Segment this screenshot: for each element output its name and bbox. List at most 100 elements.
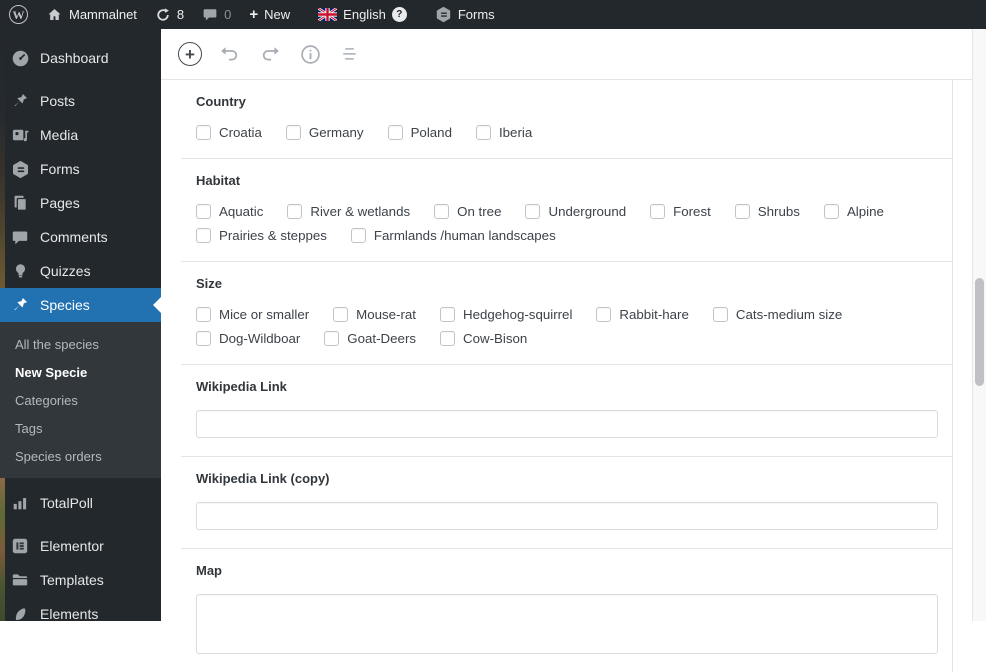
admin-bar: W Mammalnet 8 0 + New xyxy=(0,0,986,29)
checkbox-option[interactable]: Mouse-rat xyxy=(333,307,416,322)
checkbox-option[interactable]: Poland xyxy=(388,125,452,140)
checkbox[interactable] xyxy=(713,307,728,322)
checkbox-option[interactable]: Croatia xyxy=(196,125,262,140)
language-menu[interactable]: English ? xyxy=(309,0,416,29)
scrollbar-thumb[interactable] xyxy=(975,278,984,386)
checkbox-option[interactable]: On tree xyxy=(434,204,501,219)
sidebar-item-templates[interactable]: Templates xyxy=(0,563,161,597)
checkbox[interactable] xyxy=(388,125,403,140)
sidebar-item-dashboard[interactable]: Dashboard xyxy=(0,41,161,75)
submenu-item-species-orders[interactable]: Species orders xyxy=(0,442,161,470)
wikipedia-link-input[interactable] xyxy=(196,410,938,438)
checkbox[interactable] xyxy=(525,204,540,219)
checkbox-label: Farmlands /human landscapes xyxy=(374,228,556,243)
submenu-item-tags[interactable]: Tags xyxy=(0,414,161,442)
checkbox[interactable] xyxy=(324,331,339,346)
checkbox[interactable] xyxy=(196,331,211,346)
checkbox[interactable] xyxy=(333,307,348,322)
checkbox-option[interactable]: Alpine xyxy=(824,204,884,219)
checkbox[interactable] xyxy=(434,204,449,219)
sidebar-item-quizzes[interactable]: Quizzes xyxy=(0,254,161,288)
sidebar-item-comments[interactable]: Comments xyxy=(0,220,161,254)
comments-icon xyxy=(10,227,30,247)
checkbox-option[interactable]: Germany xyxy=(286,125,364,140)
checkbox[interactable] xyxy=(351,228,366,243)
checkbox-label: Prairies & steppes xyxy=(219,228,327,243)
checkbox[interactable] xyxy=(287,204,302,219)
checkbox[interactable] xyxy=(824,204,839,219)
field-section-country: Country CroatiaGermanyPolandIberia xyxy=(181,80,952,158)
checkbox[interactable] xyxy=(650,204,665,219)
undo-button[interactable] xyxy=(216,40,244,68)
site-name-menu[interactable]: Mammalnet xyxy=(37,0,146,29)
checkbox[interactable] xyxy=(440,331,455,346)
bar-chart-icon xyxy=(10,493,30,513)
redo-button[interactable] xyxy=(256,40,284,68)
forms-icon xyxy=(10,159,30,179)
wordpress-logo-menu[interactable]: W xyxy=(0,0,37,29)
new-content-menu[interactable]: + New xyxy=(240,0,299,29)
checkbox-option[interactable]: Hedgehog-squirrel xyxy=(440,307,572,322)
submenu-item-categories[interactable]: Categories xyxy=(0,386,161,414)
editor-content: + xyxy=(161,29,972,621)
map-input[interactable] xyxy=(196,594,938,654)
checkbox-label: Rabbit-hare xyxy=(619,307,688,322)
checkbox[interactable] xyxy=(196,204,211,219)
checkbox-label: Cats-medium size xyxy=(736,307,842,322)
sidebar-item-elements[interactable]: Elements xyxy=(0,597,161,631)
checkbox-option[interactable]: Cow-Bison xyxy=(440,331,527,346)
sidebar-item-forms[interactable]: Forms xyxy=(0,152,161,186)
checkbox-option[interactable]: Farmlands /human landscapes xyxy=(351,228,556,243)
list-view-button[interactable] xyxy=(336,40,364,68)
checkbox-option[interactable]: River & wetlands xyxy=(287,204,410,219)
sidebar-item-media[interactable]: Media xyxy=(0,118,161,152)
checkbox[interactable] xyxy=(440,307,455,322)
wikipedia-link-copy-input[interactable] xyxy=(196,502,938,530)
field-label-map: Map xyxy=(196,563,937,578)
checkbox-option[interactable]: Underground xyxy=(525,204,626,219)
submenu-item-label: Categories xyxy=(15,393,78,408)
updates-count: 8 xyxy=(177,7,184,22)
checkbox-option[interactable]: Iberia xyxy=(476,125,532,140)
sidebar-item-posts[interactable]: Posts xyxy=(0,84,161,118)
sidebar-item-totalpoll[interactable]: TotalPoll xyxy=(0,486,161,520)
checkbox[interactable] xyxy=(196,307,211,322)
checkbox-label: Cow-Bison xyxy=(463,331,527,346)
pages-icon xyxy=(10,193,30,213)
checkbox[interactable] xyxy=(196,125,211,140)
sidebar-item-species[interactable]: Species xyxy=(0,288,161,322)
admin-sidebar: Dashboard Posts Media xyxy=(0,29,161,621)
forms-menu[interactable]: Forms xyxy=(426,0,504,29)
submenu-item-new-specie[interactable]: New Specie xyxy=(0,358,161,386)
leaf-icon xyxy=(10,604,30,624)
info-button[interactable] xyxy=(296,40,324,68)
folder-icon xyxy=(10,570,30,590)
submenu-item-label: Species orders xyxy=(15,449,102,464)
submenu-item-label: All the species xyxy=(15,337,99,352)
checkbox-option[interactable]: Goat-Deers xyxy=(324,331,416,346)
checkbox-option[interactable]: Mice or smaller xyxy=(196,307,309,322)
updates-menu[interactable]: 8 xyxy=(146,0,193,29)
checkbox-option[interactable]: Prairies & steppes xyxy=(196,228,327,243)
comments-menu[interactable]: 0 xyxy=(193,0,240,29)
plus-icon: + xyxy=(249,7,258,22)
submenu-item-all-the-species[interactable]: All the species xyxy=(0,330,161,358)
checkbox-option[interactable]: Cats-medium size xyxy=(713,307,842,322)
checkbox-option[interactable]: Rabbit-hare xyxy=(596,307,688,322)
checkbox-option[interactable]: Dog-Wildboar xyxy=(196,331,300,346)
checkbox-label: Mouse-rat xyxy=(356,307,416,322)
checkbox[interactable] xyxy=(476,125,491,140)
sidebar-item-pages[interactable]: Pages xyxy=(0,186,161,220)
checkbox[interactable] xyxy=(286,125,301,140)
checkbox-option[interactable]: Shrubs xyxy=(735,204,800,219)
checkbox-option[interactable]: Forest xyxy=(650,204,711,219)
checkbox[interactable] xyxy=(196,228,211,243)
forms-icon xyxy=(435,6,452,23)
sidebar-item-elementor[interactable]: Elementor xyxy=(0,529,161,563)
checkbox[interactable] xyxy=(596,307,611,322)
checkbox[interactable] xyxy=(735,204,750,219)
block-inserter-button[interactable]: + xyxy=(176,40,204,68)
checkbox-option[interactable]: Aquatic xyxy=(196,204,263,219)
updates-icon xyxy=(155,7,171,23)
page-scrollbar[interactable] xyxy=(972,29,986,621)
